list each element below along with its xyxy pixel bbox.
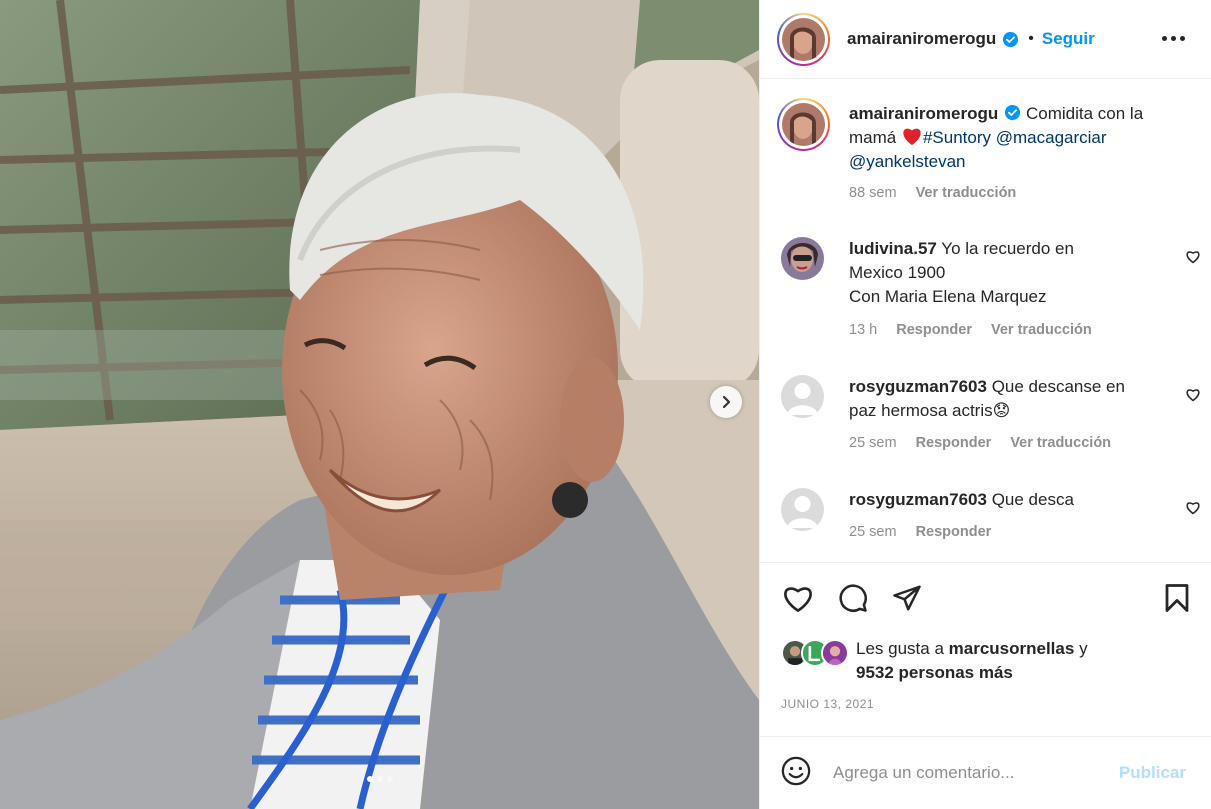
- carousel-indicator: [0, 776, 759, 782]
- next-slide-button[interactable]: [710, 386, 742, 418]
- comment-like-icon[interactable]: [1185, 500, 1201, 515]
- likes-count-button[interactable]: 9532 personas más: [856, 663, 1013, 682]
- author-username[interactable]: amairaniromerogu: [847, 29, 996, 49]
- reply-button[interactable]: Responder: [896, 322, 972, 338]
- comment-like-icon[interactable]: [1185, 387, 1201, 402]
- carousel-dot: [386, 776, 393, 782]
- post-side-panel: amairaniromerogu • Seguir amairaniromero…: [759, 0, 1211, 809]
- heart-emoji-icon: [903, 128, 921, 146]
- comment-meta: 13 h Responder Ver traducción: [849, 322, 1092, 338]
- liker-username[interactable]: marcusornellas: [949, 639, 1075, 658]
- translate-button[interactable]: Ver traducción: [1010, 435, 1111, 451]
- comment-input[interactable]: [833, 763, 1103, 783]
- add-comment-bar: Publicar: [760, 736, 1211, 809]
- commenter-avatar[interactable]: [781, 488, 824, 531]
- more-options-icon[interactable]: [1162, 36, 1185, 41]
- post-date: JUNIO 13, 2021: [781, 697, 875, 711]
- translate-button[interactable]: Ver traducción: [991, 322, 1092, 338]
- comment-meta: 25 sem Responder Ver traducción: [849, 435, 1112, 451]
- comment-username[interactable]: rosyguzman7603: [849, 490, 987, 509]
- sad-face-emoji: 😟: [992, 401, 1011, 420]
- caption-avatar-image: [782, 103, 825, 146]
- chevron-right-icon: [722, 395, 731, 409]
- author-avatar-image: [782, 17, 825, 61]
- caption-text: amairaniromerogu Comidita con la mamá #S…: [849, 102, 1189, 174]
- share-icon[interactable]: [892, 583, 922, 618]
- post-actions: Les gusta a marcusornellas y 9532 person…: [760, 562, 1211, 736]
- likes-text: Les gusta a marcusornellas y 9532 person…: [856, 639, 1088, 682]
- verified-badge-icon: [1003, 31, 1019, 47]
- liker-avatar: [821, 639, 849, 667]
- caption-username[interactable]: amairaniromerogu: [849, 104, 998, 123]
- caption-meta: 88 sem Ver traducción: [849, 185, 1016, 201]
- comment-meta: 25 sem Responder: [849, 524, 992, 540]
- commenter-avatar[interactable]: [781, 375, 824, 418]
- post-header: amairaniromerogu • Seguir: [760, 0, 1211, 79]
- commenter-avatar[interactable]: [781, 237, 824, 280]
- comment-item: ludivina.57 Yo la recuerdo en Mexico 190…: [781, 237, 1201, 347]
- comment-username[interactable]: rosyguzman7603: [849, 377, 987, 396]
- separator-dot: •: [1028, 30, 1034, 47]
- bookmark-icon[interactable]: [1163, 583, 1191, 618]
- translate-button[interactable]: Ver traducción: [916, 185, 1017, 201]
- comment-item: rosyguzman7603 Que desca 25 sem Responde…: [781, 488, 1201, 558]
- like-icon[interactable]: [782, 583, 814, 618]
- hashtag-link[interactable]: #Suntory: [923, 128, 991, 147]
- caption-age: 88 sem: [849, 185, 897, 201]
- comment-text: rosyguzman7603 Que desca: [849, 490, 1074, 509]
- verified-badge-icon: [1005, 104, 1021, 121]
- mention-link[interactable]: @yankelstevan: [849, 152, 966, 171]
- follow-button[interactable]: Seguir: [1042, 29, 1095, 49]
- comment-icon[interactable]: [838, 583, 868, 618]
- comments-list[interactable]: amairaniromerogu Comidita con la mamá #S…: [760, 80, 1211, 562]
- caption-avatar[interactable]: [777, 98, 830, 151]
- mention-link[interactable]: @macagarciar: [996, 128, 1107, 147]
- reply-button[interactable]: Responder: [916, 435, 992, 451]
- carousel-dot: [366, 776, 373, 782]
- reply-button[interactable]: Responder: [916, 524, 992, 540]
- comment-username[interactable]: ludivina.57: [849, 239, 937, 258]
- author-avatar[interactable]: [777, 12, 830, 66]
- publish-button[interactable]: Publicar: [1119, 763, 1186, 783]
- comment-text: rosyguzman7603 Que descanse en paz hermo…: [849, 377, 1125, 420]
- comment-like-icon[interactable]: [1185, 249, 1201, 264]
- carousel-dot: [376, 776, 383, 782]
- comment-text: ludivina.57 Yo la recuerdo en Mexico 190…: [849, 239, 1074, 306]
- post-photo[interactable]: [0, 0, 759, 809]
- emoji-icon[interactable]: [781, 756, 811, 791]
- photo-image: [0, 0, 759, 809]
- liker-avatars: [781, 639, 851, 667]
- comment-item: rosyguzman7603 Que descanse en paz hermo…: [781, 375, 1201, 465]
